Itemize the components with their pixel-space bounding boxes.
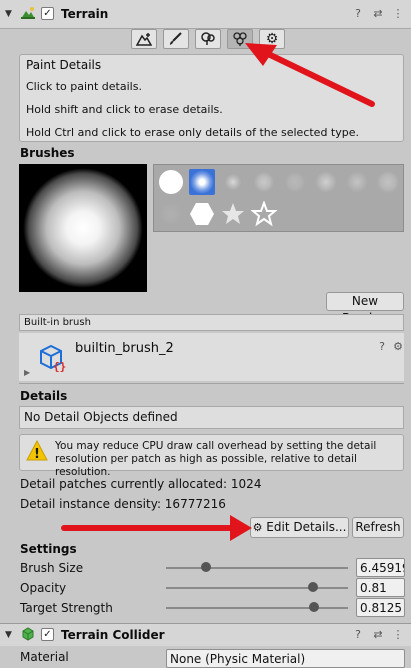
terrain-settings-tool-tab[interactable]: ⚙: [259, 29, 285, 49]
brush-noise-1[interactable]: [251, 169, 277, 195]
refresh-button[interactable]: Refresh: [352, 517, 404, 538]
brush-size-field[interactable]: 6.45919: [356, 558, 405, 577]
brush-palette: [153, 164, 404, 232]
brush-name: builtin_brush_2: [75, 341, 174, 356]
detail-density-text: Detail instance density: 16777216: [20, 497, 226, 511]
opacity-field[interactable]: 0.81: [356, 578, 405, 597]
details-section-label: Details: [20, 389, 68, 403]
brush-hexagon[interactable]: [189, 201, 215, 227]
collider-enabled-checkbox[interactable]: ✓: [41, 628, 54, 641]
gear-icon: ⚙: [265, 31, 279, 47]
svg-text:!: !: [34, 447, 40, 462]
warning-text: You may reduce CPU draw call overhead by…: [55, 440, 377, 478]
brush-preview: [19, 164, 147, 292]
detail-objects-list[interactable]: No Detail Objects defined: [19, 406, 404, 429]
built-in-brush-label: Built-in brush: [19, 314, 404, 331]
brush-noise-4[interactable]: [344, 169, 370, 195]
brush-soft-small[interactable]: [220, 169, 246, 195]
foldout-arrow-icon[interactable]: ▼: [5, 630, 12, 640]
divider: [19, 383, 404, 384]
paint-details-tool-tab[interactable]: [227, 29, 253, 49]
brush-size-slider-track[interactable]: [166, 567, 348, 569]
opacity-slider-thumb[interactable]: [308, 582, 319, 592]
paint-trees-tool-tab[interactable]: [195, 29, 221, 49]
detail-patches-text: Detail patches currently allocated: 1024: [20, 477, 262, 491]
new-brush-button[interactable]: New Brush...: [326, 292, 404, 325]
target-strength-label: Target Strength: [20, 601, 113, 615]
warning-box: ! You may reduce CPU draw call overhead …: [19, 434, 404, 478]
svg-text:{}: {}: [53, 360, 66, 373]
brushes-section-label: Brushes: [20, 146, 75, 160]
gear-icon: ⚙: [252, 521, 263, 534]
foldout-arrow-icon[interactable]: ▼: [5, 9, 12, 19]
brush-icon: [170, 32, 182, 45]
edit-details-button[interactable]: ⚙ Edit Details...: [250, 517, 349, 538]
material-field[interactable]: None (Physic Material): [166, 649, 405, 668]
brush-soft-selected[interactable]: [189, 169, 215, 195]
presets-icon[interactable]: ⇄: [372, 7, 384, 20]
expand-arrow-icon[interactable]: ▶: [24, 368, 30, 377]
help-icon[interactable]: ?: [352, 628, 364, 641]
selected-brush-panel: {} builtin_brush_2 ? ⚙ ▶: [19, 333, 404, 381]
details-icon: [233, 32, 247, 46]
raise-lower-tool-tab[interactable]: [131, 29, 157, 49]
collider-title: Terrain Collider: [61, 628, 165, 642]
tree-icon: [201, 32, 215, 45]
annotation-arrow: [61, 515, 252, 541]
target-strength-slider-track[interactable]: [166, 607, 348, 609]
help-title: Paint Details: [26, 58, 102, 72]
presets-icon[interactable]: ⇄: [372, 628, 384, 641]
brush-noise-3[interactable]: [313, 169, 339, 195]
terrain-component-header[interactable]: ▼ ✓ Terrain ? ⇄ ⋮: [0, 0, 411, 29]
material-label: Material: [20, 650, 69, 664]
help-line: Click to paint details.: [26, 80, 142, 93]
terrain-collider-header[interactable]: ▼ ✓ Terrain Collider ? ⇄ ⋮: [0, 624, 411, 646]
warning-icon: !: [26, 439, 48, 462]
brush-star-outline[interactable]: [250, 200, 278, 227]
mountain-icon: [135, 33, 153, 46]
help-icon[interactable]: ?: [376, 340, 388, 353]
terrain-title: Terrain: [61, 7, 109, 21]
terrain-icon: [21, 6, 35, 20]
brush-asset-icon: {}: [37, 341, 69, 373]
brush-star-soft[interactable]: [220, 201, 246, 227]
opacity-slider-track[interactable]: [166, 587, 348, 589]
help-line: Hold Ctrl and click to erase only detail…: [26, 126, 359, 139]
brush-noise-5[interactable]: [375, 169, 401, 195]
component-menu-icon[interactable]: ⋮: [392, 7, 404, 20]
brush-size-slider-thumb[interactable]: [201, 562, 212, 572]
help-line: Hold shift and click to erase details.: [26, 103, 223, 116]
brush-noise-6[interactable]: [158, 201, 184, 227]
target-strength-field[interactable]: 0.8125: [356, 598, 405, 617]
paint-texture-tool-tab[interactable]: [163, 29, 189, 49]
brush-size-label: Brush Size: [20, 561, 84, 575]
settings-section-label: Settings: [20, 542, 77, 556]
target-strength-slider-thumb[interactable]: [308, 602, 319, 612]
terrain-enabled-checkbox[interactable]: ✓: [41, 7, 54, 20]
paint-details-help-box: Paint Details Click to paint details. Ho…: [19, 54, 404, 142]
brush-noise-2[interactable]: [282, 169, 308, 195]
edit-details-label: Edit Details...: [266, 520, 347, 534]
opacity-label: Opacity: [20, 581, 67, 595]
component-menu-icon[interactable]: ⋮: [392, 628, 404, 641]
collider-icon: [21, 627, 35, 641]
terrain-tool-tabs: ⚙: [131, 29, 291, 51]
brush-circle-hard[interactable]: [158, 169, 184, 195]
help-icon[interactable]: ?: [352, 7, 364, 20]
gear-icon[interactable]: ⚙: [392, 340, 404, 353]
